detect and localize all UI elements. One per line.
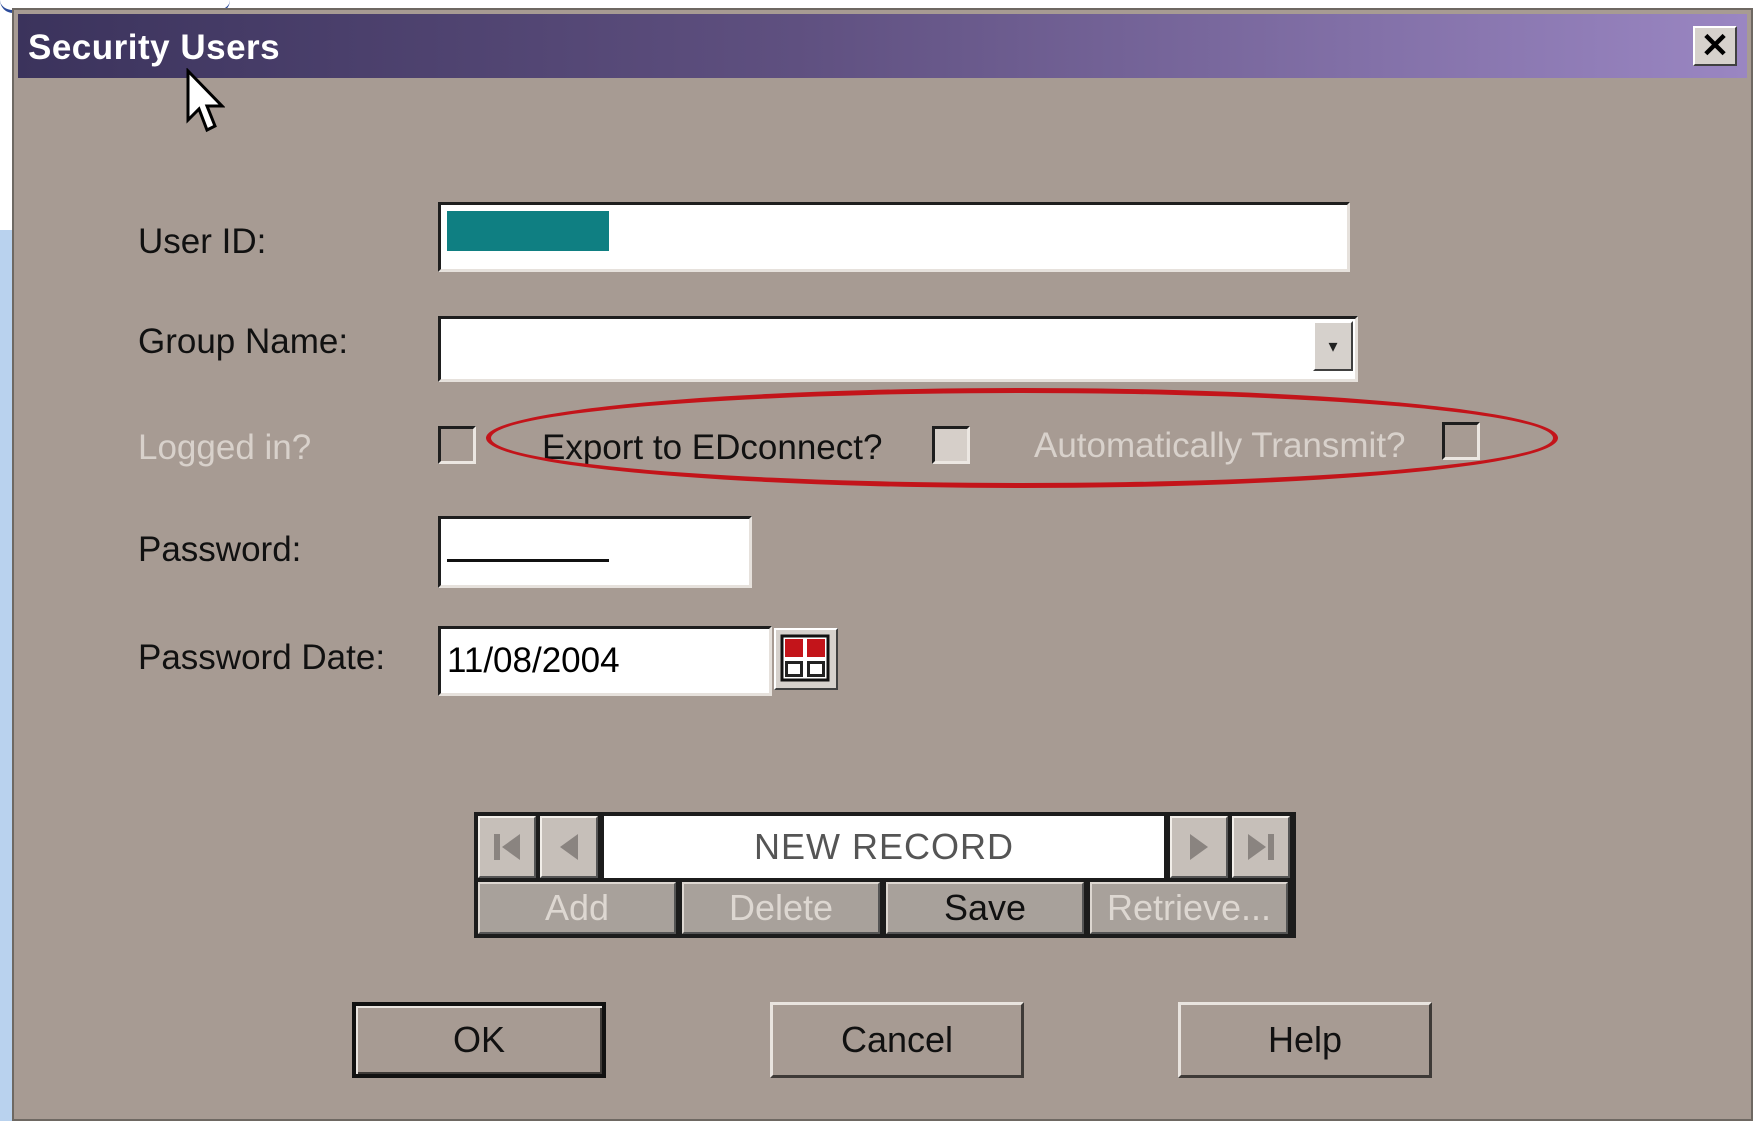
- calendar-icon: [780, 634, 830, 682]
- logged-in-checkbox[interactable]: [438, 426, 476, 464]
- title-bar[interactable]: Security Users ✕: [18, 14, 1747, 78]
- record-status: NEW RECORD: [604, 816, 1164, 878]
- previous-record-icon: [560, 834, 578, 860]
- group-name-dropdown-button[interactable]: ▾: [1313, 321, 1353, 371]
- retrieve-button[interactable]: Retrieve...: [1090, 882, 1288, 934]
- last-record-icon: [1248, 834, 1274, 860]
- close-button[interactable]: ✕: [1693, 26, 1737, 66]
- user-id-selection: [447, 211, 609, 251]
- group-name-label: Group Name:: [138, 322, 349, 361]
- chevron-down-icon: ▾: [1328, 335, 1338, 356]
- user-id-label: User ID:: [138, 222, 267, 261]
- mouse-pointer-icon: [186, 68, 225, 133]
- auto-transmit-checkbox[interactable]: [1442, 422, 1480, 460]
- first-record-icon: [494, 834, 520, 860]
- first-record-button[interactable]: [478, 816, 536, 878]
- export-checkbox[interactable]: [932, 426, 970, 464]
- record-navigator: NEW RECORD Add Delete Save Retrieve...: [474, 812, 1296, 938]
- password-date-input[interactable]: 11/08/2004: [438, 626, 772, 696]
- password-date-label: Password Date:: [138, 638, 386, 677]
- next-record-button[interactable]: [1170, 816, 1228, 878]
- background-strip: [0, 230, 12, 1121]
- help-button[interactable]: Help: [1178, 1002, 1432, 1078]
- last-record-button[interactable]: [1232, 816, 1290, 878]
- user-id-input[interactable]: [438, 202, 1350, 272]
- password-date-value: 11/08/2004: [447, 641, 620, 680]
- calendar-button[interactable]: [774, 628, 838, 690]
- ok-button[interactable]: OK: [352, 1002, 606, 1078]
- close-icon: ✕: [1700, 27, 1730, 65]
- export-label: Export to EDconnect?: [542, 428, 883, 467]
- save-button[interactable]: Save: [886, 882, 1084, 934]
- group-name-dropdown[interactable]: ▾: [438, 316, 1358, 382]
- password-mask: [447, 559, 609, 562]
- auto-transmit-label: Automatically Transmit?: [1034, 426, 1406, 465]
- logged-in-label: Logged in?: [138, 428, 312, 467]
- cancel-button[interactable]: Cancel: [770, 1002, 1024, 1078]
- delete-button[interactable]: Delete: [682, 882, 880, 934]
- add-button[interactable]: Add: [478, 882, 676, 934]
- next-record-icon: [1190, 834, 1208, 860]
- password-label: Password:: [138, 530, 302, 569]
- window-title: Security Users: [28, 28, 281, 67]
- password-input[interactable]: [438, 516, 752, 588]
- previous-record-button[interactable]: [540, 816, 598, 878]
